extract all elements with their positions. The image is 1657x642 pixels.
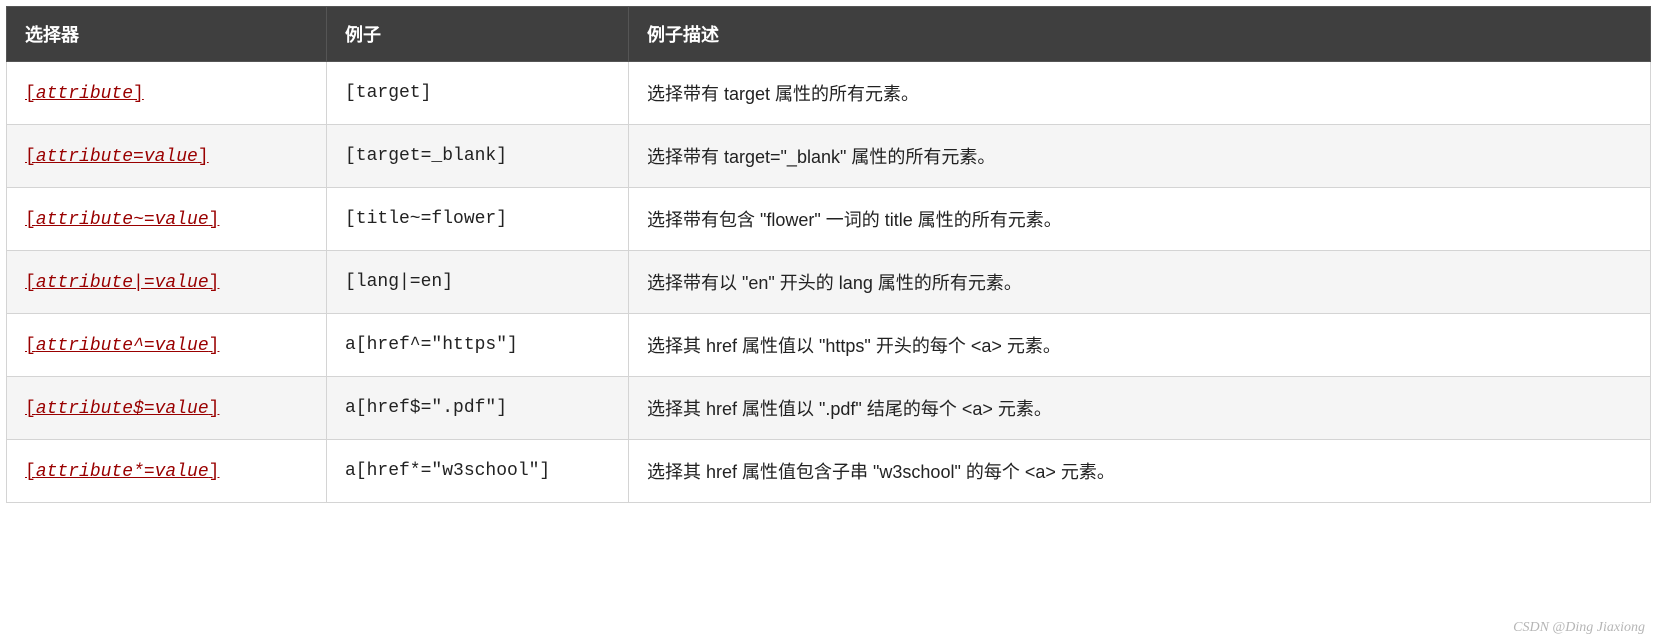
example-cell: [target=_blank] (327, 125, 629, 188)
selector-cell: [attribute] (7, 62, 327, 125)
header-selector: 选择器 (7, 7, 327, 62)
selector-cell: [attribute=value] (7, 125, 327, 188)
selector-link[interactable]: [attribute~=value] (25, 210, 219, 230)
description-cell: 选择其 href 属性值包含子串 "w3school" 的每个 <a> 元素。 (629, 440, 1651, 503)
description-cell: 选择带有 target="_blank" 属性的所有元素。 (629, 125, 1651, 188)
table-row: [attribute*=value] a[href*="w3school"]选择其… (7, 440, 1651, 503)
example-cell: a[href^="https"] (327, 314, 629, 377)
table-row: [attribute^=value] a[href^="https"]选择其 hr… (7, 314, 1651, 377)
selector-link[interactable]: [attribute^=value] (25, 336, 219, 356)
selector-text: attribute*=value (36, 462, 209, 482)
table-row: [attribute=value] [target=_blank]选择带有 tar… (7, 125, 1651, 188)
selector-text: attribute$=value (36, 399, 209, 419)
selector-link[interactable]: [attribute] (25, 84, 144, 104)
selector-link[interactable]: [attribute|=value] (25, 273, 219, 293)
description-cell: 选择带有包含 "flower" 一词的 title 属性的所有元素。 (629, 188, 1651, 251)
selector-cell: [attribute*=value] (7, 440, 327, 503)
description-cell: 选择其 href 属性值以 "https" 开头的每个 <a> 元素。 (629, 314, 1651, 377)
table-header-row: 选择器 例子 例子描述 (7, 7, 1651, 62)
selector-cell: [attribute$=value] (7, 377, 327, 440)
table-row: [attribute|=value] [lang|=en]选择带有以 "en" 开… (7, 251, 1651, 314)
header-example: 例子 (327, 7, 629, 62)
example-cell: [title~=flower] (327, 188, 629, 251)
selector-cell: [attribute^=value] (7, 314, 327, 377)
selector-text: attribute|=value (36, 273, 209, 293)
selector-text: attribute^=value (36, 336, 209, 356)
header-description: 例子描述 (629, 7, 1651, 62)
selector-text: attribute=value (36, 147, 198, 167)
selector-text: attribute (36, 84, 133, 104)
selector-cell: [attribute~=value] (7, 188, 327, 251)
example-cell: [lang|=en] (327, 251, 629, 314)
example-cell: a[href*="w3school"] (327, 440, 629, 503)
table-row: [attribute$=value] a[href$=".pdf"]选择其 hre… (7, 377, 1651, 440)
selector-link[interactable]: [attribute*=value] (25, 462, 219, 482)
table-row: [attribute~=value] [title~=flower]选择带有包含 … (7, 188, 1651, 251)
example-cell: a[href$=".pdf"] (327, 377, 629, 440)
selectors-table: 选择器 例子 例子描述 [attribute] [target]选择带有 targ… (6, 6, 1651, 503)
watermark-text: CSDN @Ding Jiaxiong (1513, 620, 1645, 636)
selector-link[interactable]: [attribute=value] (25, 147, 209, 167)
description-cell: 选择带有以 "en" 开头的 lang 属性的所有元素。 (629, 251, 1651, 314)
example-cell: [target] (327, 62, 629, 125)
selector-text: attribute~=value (36, 210, 209, 230)
description-cell: 选择其 href 属性值以 ".pdf" 结尾的每个 <a> 元素。 (629, 377, 1651, 440)
selector-link[interactable]: [attribute$=value] (25, 399, 219, 419)
table-row: [attribute] [target]选择带有 target 属性的所有元素。 (7, 62, 1651, 125)
description-cell: 选择带有 target 属性的所有元素。 (629, 62, 1651, 125)
selector-cell: [attribute|=value] (7, 251, 327, 314)
